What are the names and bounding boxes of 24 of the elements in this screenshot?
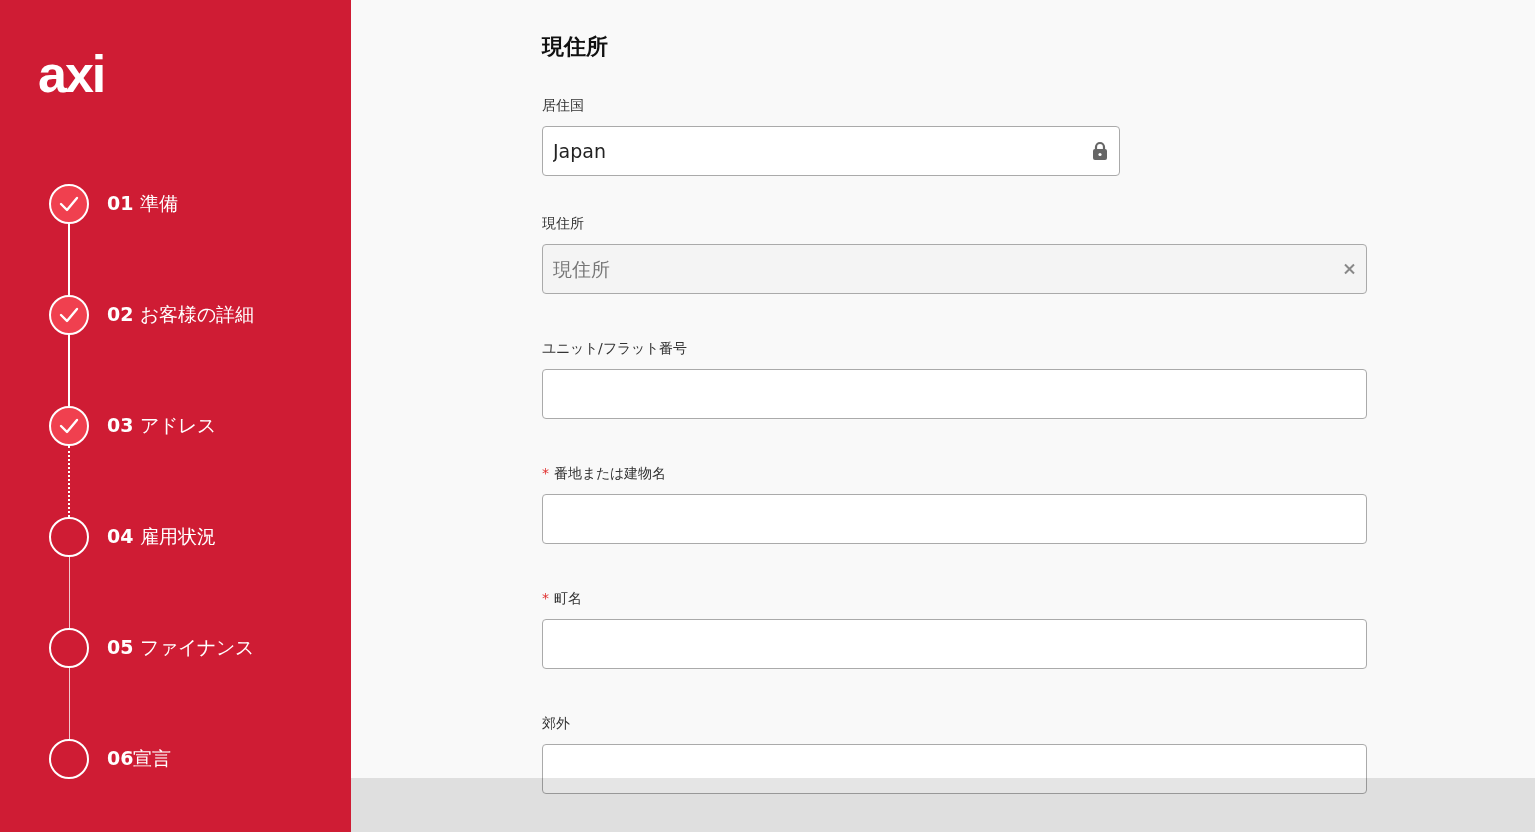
step-label[interactable]: 05 ファイナンス [107,635,254,661]
field-label: 居住国 [542,96,584,115]
field-label: 郊外 [542,714,570,733]
input-field[interactable] [542,494,1367,544]
close-icon[interactable] [1344,263,1355,275]
logo: axi [38,52,105,96]
field-label: * 町名 [542,589,582,608]
step-label[interactable]: 06宣言 [107,746,172,772]
input-field[interactable] [542,619,1367,669]
check-icon [59,196,79,212]
input-field[interactable] [542,744,1367,794]
lock-icon [1092,141,1108,161]
step-label[interactable]: 03 アドレス [107,413,216,439]
field-label: * 番地または建物名 [542,464,666,483]
field-label: 現住所 [542,214,584,233]
section-title: 現住所 [542,33,608,61]
step-label[interactable]: 04 雇用状況 [107,524,216,550]
input-field[interactable]: 現住所 [542,244,1367,294]
input-field[interactable] [542,369,1367,419]
field-label: ユニット/フラット番号 [542,339,687,358]
step-label[interactable]: 01 準備 [107,191,178,217]
check-icon [59,418,79,434]
step-label[interactable]: 02 お客様の詳細 [107,302,254,328]
check-icon [59,307,79,323]
